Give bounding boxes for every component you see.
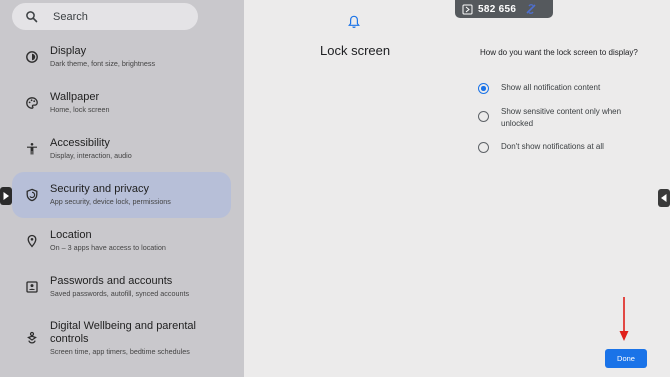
sidebar-item-display[interactable]: Display Dark theme, font size, brightnes…	[12, 34, 231, 80]
search-placeholder: Search	[53, 10, 88, 23]
accessibility-icon	[25, 142, 39, 156]
search-bar[interactable]: Search	[12, 3, 198, 30]
left-edge-handle[interactable]	[0, 187, 12, 205]
sidebar-item-label: Display	[50, 45, 87, 57]
sidebar-item-label: Accessibility	[50, 137, 110, 149]
location-pin-icon	[25, 234, 39, 248]
option-show-all[interactable]: Show all notification content	[478, 82, 643, 94]
shield-icon	[25, 188, 39, 202]
sidebar-item-summary: Dark theme, font size, brightness	[50, 59, 156, 68]
right-edge-handle[interactable]	[658, 189, 670, 207]
option-label: Don't show notifications at all	[501, 142, 604, 151]
overlay-counter: 582 656	[455, 0, 553, 18]
sidebar-item-label: Passwords and accounts	[50, 275, 173, 287]
sidebar-item-summary: Home, lock screen	[50, 105, 110, 114]
sidebar-item-summary: Screen time, app timers, bedtime schedul…	[50, 346, 190, 356]
sidebar-item-wallpaper[interactable]: Wallpaper Home, lock screen	[12, 80, 231, 126]
lock-screen-panel: Lock screen 582 656 How do you want the …	[244, 0, 670, 377]
radio-button[interactable]	[478, 111, 489, 122]
done-button[interactable]: Done	[605, 349, 647, 368]
settings-sidebar: Search Display Dark theme, font size, br…	[0, 0, 244, 377]
bell-icon	[348, 15, 360, 29]
radio-button-selected[interactable]	[478, 83, 489, 94]
sidebar-item-passwords-accounts[interactable]: Passwords and accounts Saved passwords, …	[12, 264, 231, 310]
search-icon	[25, 10, 39, 24]
option-label: Show sensitive content only when unlocke…	[501, 107, 622, 128]
sidebar-item-summary: App security, device lock, permissions	[50, 197, 171, 206]
sidebar-item-summary: Saved passwords, autofill, synced accoun…	[50, 289, 190, 298]
sidebar-item-label: Wallpaper	[50, 91, 100, 103]
sidebar-item-security-privacy[interactable]: Security and privacy App security, devic…	[12, 172, 231, 218]
sidebar-item-location[interactable]: Location On – 3 apps have access to loca…	[12, 218, 231, 264]
play-arrow-icon	[3, 192, 9, 200]
sidebar-item-accessibility[interactable]: Accessibility Display, interaction, audi…	[12, 126, 231, 172]
sidebar-item-summary: Display, interaction, audio	[50, 151, 132, 160]
page-title: Lock screen	[320, 43, 391, 58]
link-icon[interactable]	[524, 2, 538, 16]
wellbeing-icon	[25, 331, 39, 345]
red-arrow-annotation	[619, 297, 629, 341]
option-label: Show all notification content	[501, 83, 601, 92]
phone-pin-icon	[462, 4, 473, 14]
display-question: How do you want the lock screen to displ…	[480, 48, 638, 57]
sidebar-item-label: Location	[50, 229, 92, 241]
sidebar-item-label: Digital Wellbeing and parental controls	[50, 319, 196, 345]
option-sensitive-only[interactable]: Show sensitive content only when unlocke…	[478, 106, 643, 130]
radio-button[interactable]	[478, 142, 489, 153]
option-dont-show[interactable]: Don't show notifications at all	[478, 141, 643, 153]
palette-icon	[25, 96, 39, 110]
sidebar-item-label: Security and privacy	[50, 183, 150, 195]
sidebar-item-digital-wellbeing[interactable]: Digital Wellbeing and parental controls …	[12, 316, 231, 360]
reverse-arrow-icon	[661, 194, 667, 202]
account-box-icon	[25, 280, 39, 294]
sidebar-item-summary: On – 3 apps have access to location	[50, 243, 166, 252]
display-settings-icon	[25, 50, 39, 64]
counter-value: 582 656	[478, 3, 517, 15]
